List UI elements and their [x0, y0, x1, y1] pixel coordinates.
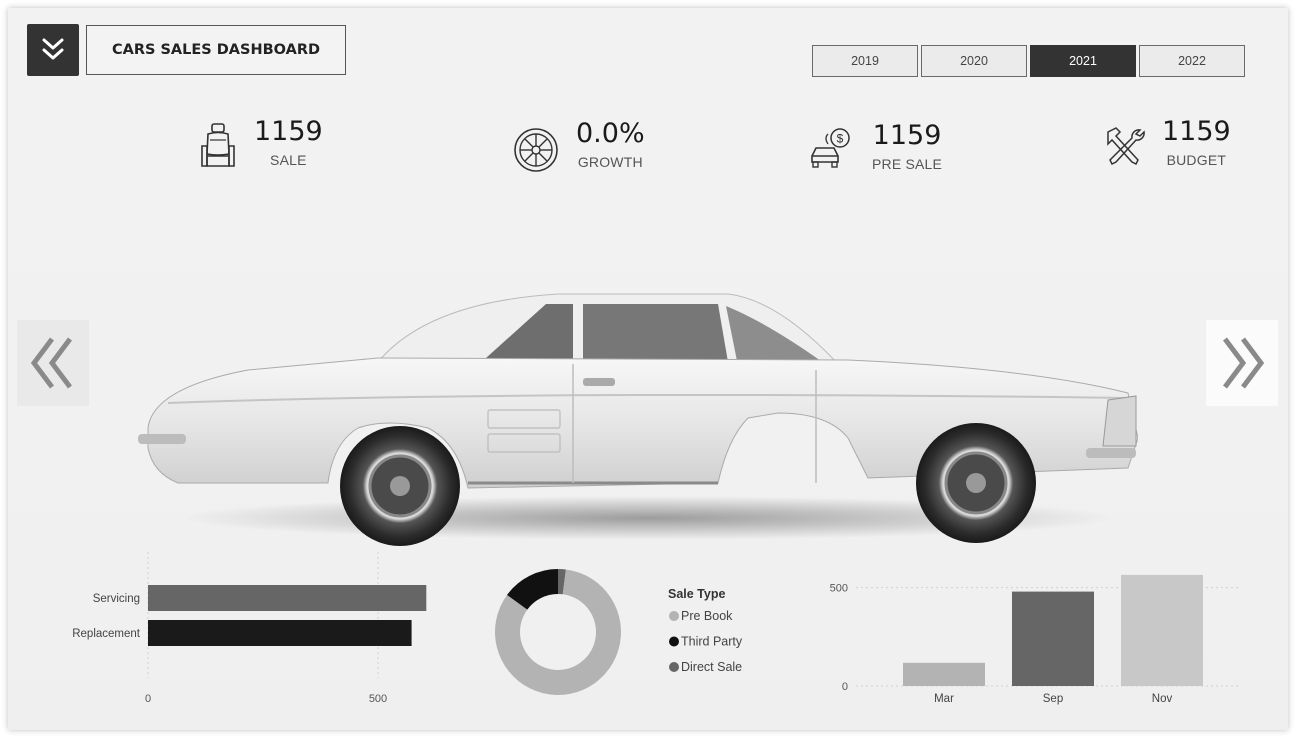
bar-servicing[interactable] — [148, 585, 427, 611]
monthly-bar-chart: 0 500 Mar Sep Nov — [830, 574, 1240, 705]
car-image — [138, 293, 1138, 546]
category-label: Servicing — [93, 593, 140, 605]
x-tick-label: Sep — [1043, 693, 1063, 705]
next-button[interactable] — [1206, 320, 1278, 406]
sale-type-donut-chart: Sale Type Pre Book Third Party Direct Sale — [495, 569, 743, 695]
y-tick-label: 500 — [830, 583, 848, 595]
menu-button[interactable] — [27, 24, 79, 76]
kpi-sale: 1159 SALE — [198, 116, 323, 170]
kpi-budget-value: 1159 — [1162, 116, 1231, 147]
legend-title: Sale Type — [668, 587, 725, 601]
bar-nov[interactable] — [1121, 574, 1203, 686]
svg-text:$: $ — [837, 132, 844, 146]
kpi-budget: 1159 BUDGET — [1102, 116, 1231, 170]
kpi-sale-value: 1159 — [254, 116, 323, 147]
car-seat-icon — [201, 123, 235, 167]
double-chevron-left-icon — [30, 337, 72, 389]
year-tab-2019[interactable]: 2019 — [812, 45, 918, 77]
tire-icon — [514, 128, 558, 172]
double-chevron-down-icon — [42, 38, 64, 60]
kpi-budget-label: BUDGET — [1166, 152, 1227, 168]
legend-item[interactable]: Third Party — [681, 635, 743, 649]
bar-sep[interactable] — [1012, 591, 1094, 686]
bar-mar[interactable] — [903, 662, 985, 686]
kpi-sale-label: SALE — [270, 152, 307, 168]
year-tab-2020[interactable]: 2020 — [921, 45, 1027, 77]
legend-marker — [669, 611, 679, 621]
kpi-growth-label: GROWTH — [577, 154, 643, 170]
year-tab-2021[interactable]: 2021 — [1030, 45, 1136, 77]
car-dollar-icon: $ — [811, 128, 850, 168]
legend-marker — [669, 636, 679, 647]
year-filter: 2019 2020 2021 2022 — [812, 45, 1245, 77]
kpi-pre-sale-label: PRE SALE — [872, 156, 943, 172]
legend-item[interactable]: Direct Sale — [681, 660, 742, 674]
dashboard-frame: CARS SALES DASHBOARD 2019 2020 2021 2022… — [8, 8, 1288, 730]
page-title: CARS SALES DASHBOARD — [86, 25, 346, 75]
kpi-pre-sale: $ 1159 PRE SALE — [806, 120, 942, 174]
double-chevron-right-icon — [1223, 337, 1265, 389]
kpi-growth-value: 0.0% — [576, 118, 645, 149]
kpi-pre-sale-value: 1159 — [872, 120, 942, 151]
tools-icon — [1107, 127, 1145, 166]
x-tick-label: Nov — [1152, 693, 1173, 705]
legend-marker — [669, 662, 679, 672]
bar-replacement[interactable] — [148, 620, 412, 646]
legend-item[interactable]: Pre Book — [681, 609, 733, 623]
x-tick-label: 500 — [369, 693, 387, 705]
prev-button[interactable] — [17, 320, 89, 406]
y-tick-label: 0 — [842, 681, 848, 693]
category-label: Replacement — [72, 628, 141, 640]
kpi-growth: 0.0% GROWTH — [512, 118, 645, 172]
service-type-bar-chart: 0 500 Servicing Replacement — [72, 552, 427, 705]
x-tick-label: 0 — [145, 693, 151, 705]
x-tick-label: Mar — [934, 693, 954, 705]
year-tab-2022[interactable]: 2022 — [1139, 45, 1245, 77]
